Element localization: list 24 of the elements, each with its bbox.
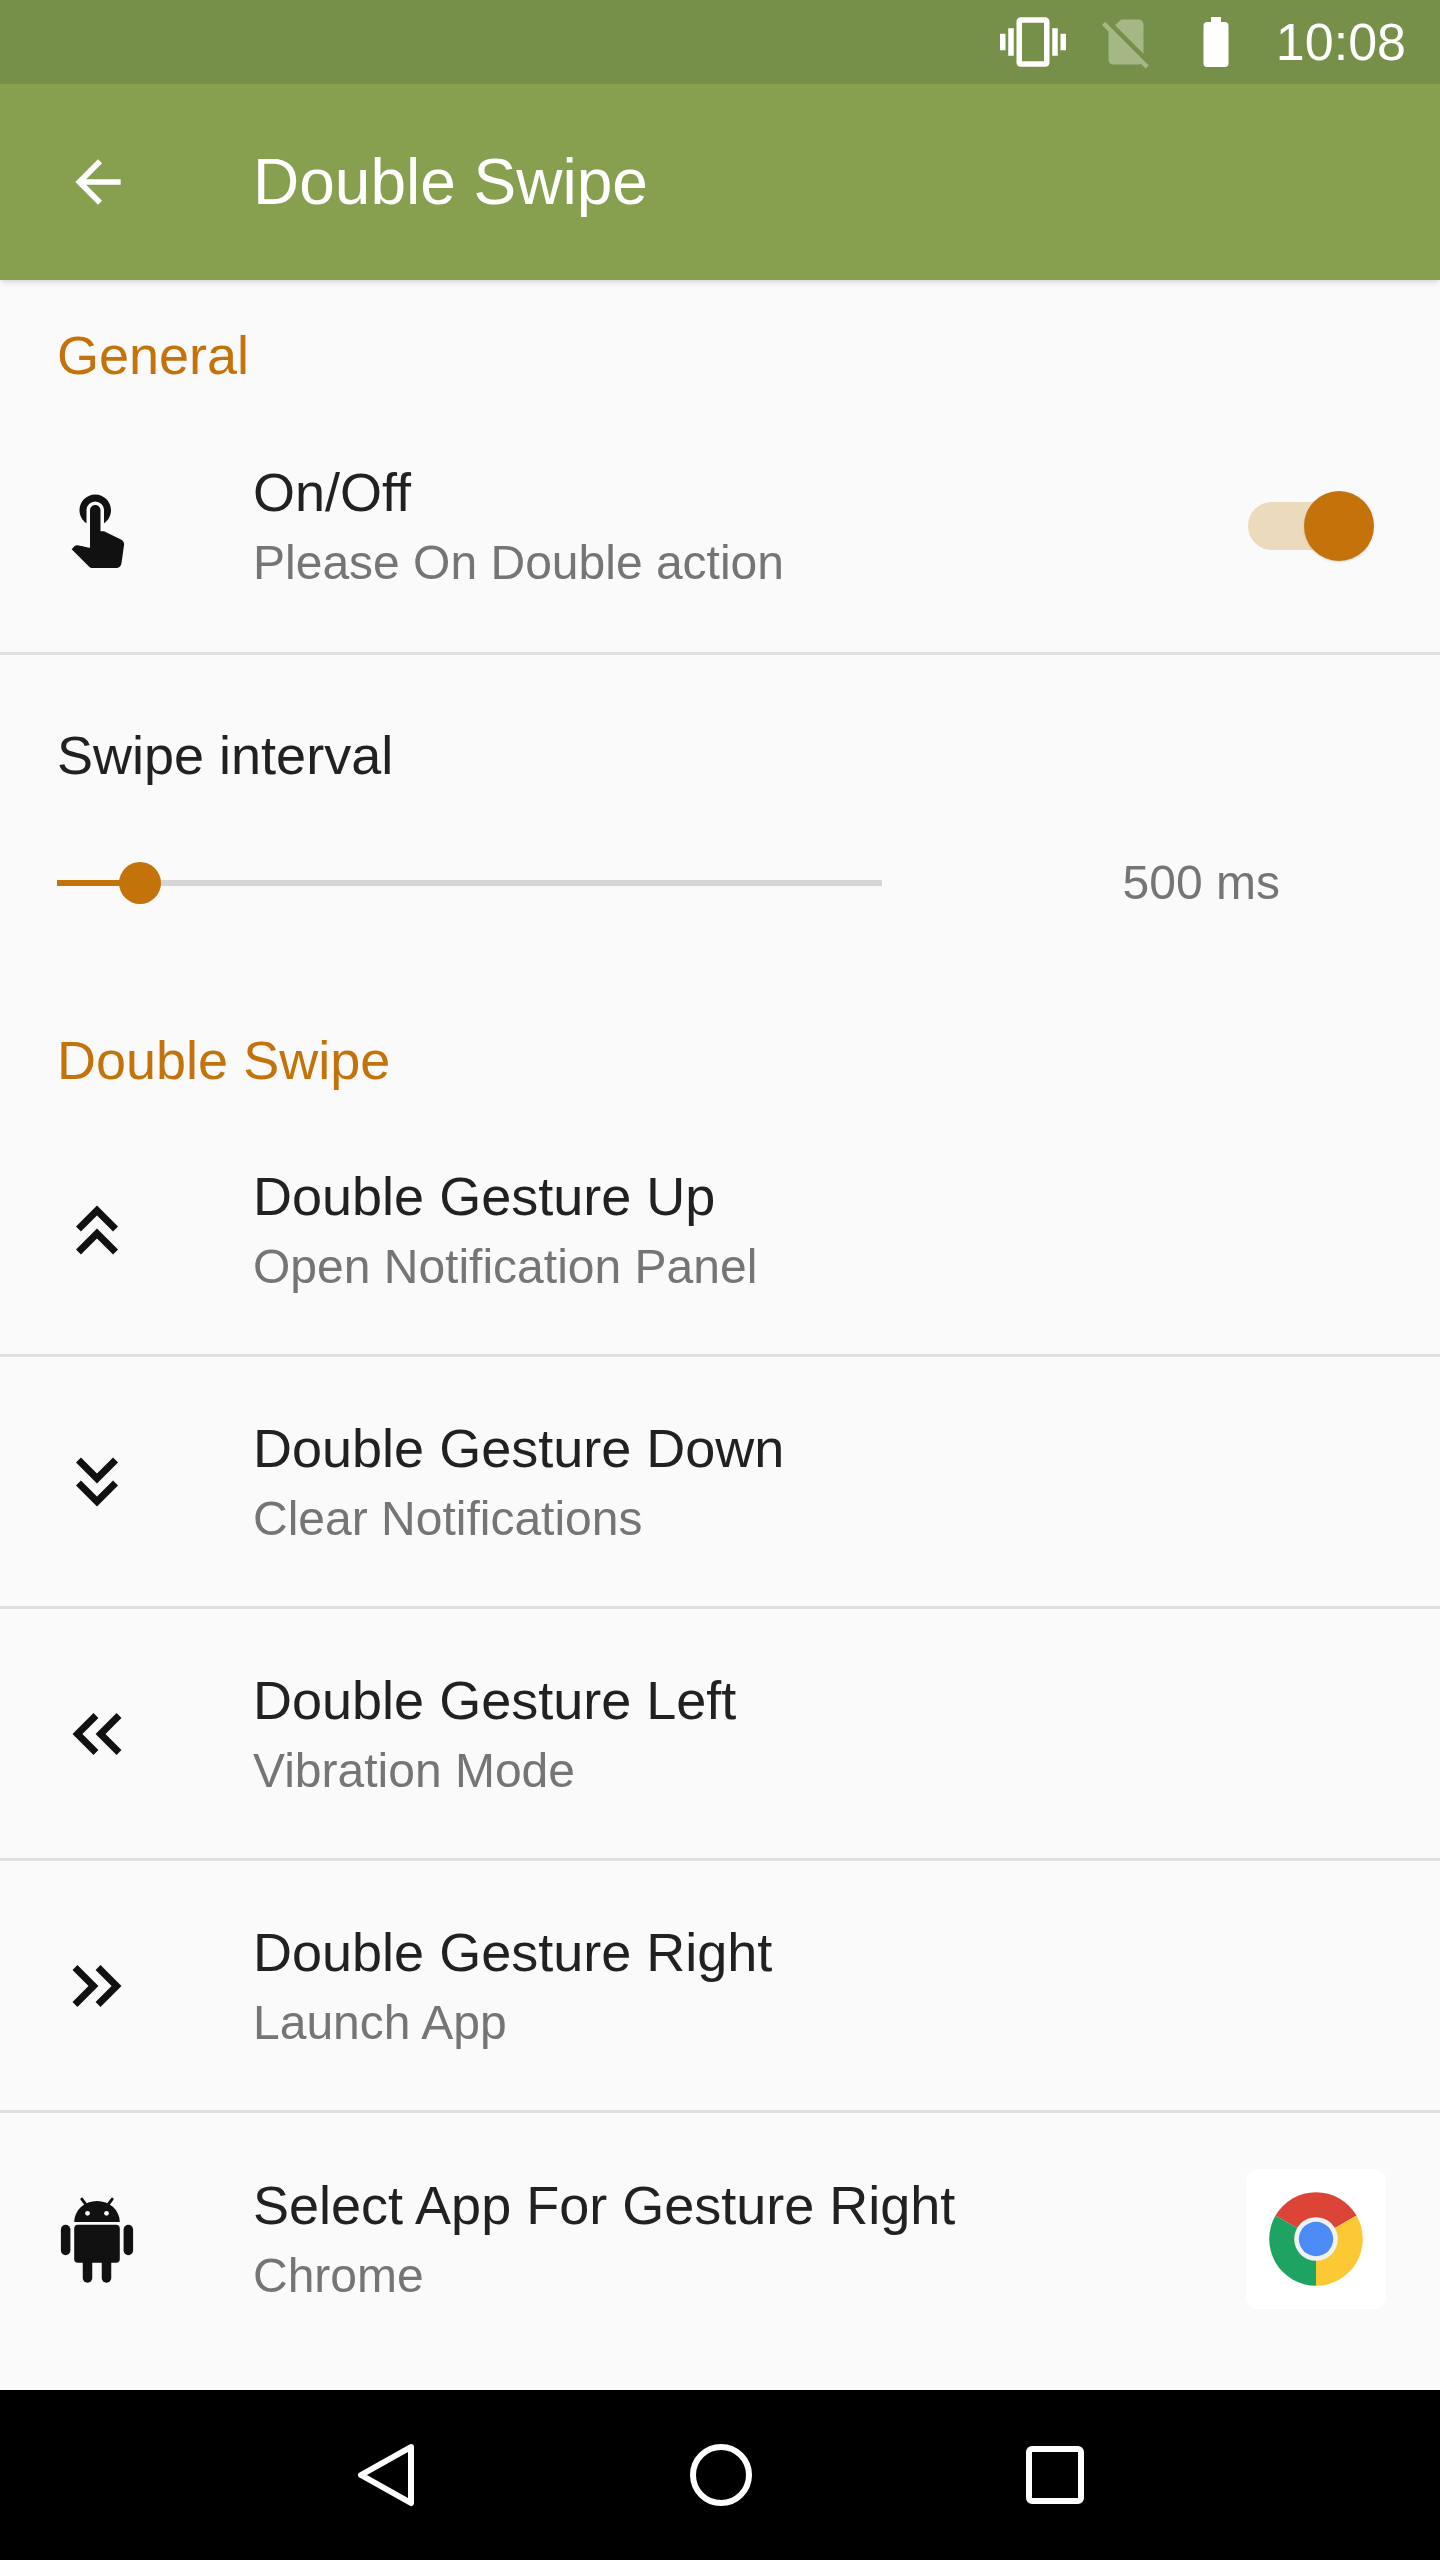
- setting-title: Double Gesture Left: [253, 1668, 738, 1732]
- setting-title: Select App For Gesture Right: [253, 2174, 957, 2237]
- setting-title: Double Gesture Down: [253, 1416, 786, 1480]
- app-icon[interactable]: [1246, 2169, 1386, 2309]
- clock: 10:08: [1275, 12, 1406, 73]
- setting-subtitle: Vibration Mode: [253, 1742, 576, 1799]
- setting-subtitle: Chrome: [253, 2248, 425, 2304]
- setting-subtitle: Launch App: [253, 1994, 508, 2051]
- setting-title: On/Off: [253, 461, 413, 524]
- section-header: Double Swipe: [57, 1028, 391, 1092]
- setting-title: Double Gesture Up: [253, 1164, 717, 1228]
- slider-thumb[interactable]: [118, 862, 161, 904]
- slider-reading: 500 ms: [1122, 855, 1280, 911]
- home-circle-icon[interactable]: [689, 2443, 753, 2507]
- setting-title: Double Gesture Right: [253, 1920, 774, 1984]
- back-triangle-icon[interactable]: [356, 2443, 417, 2507]
- setting-subtitle: Please On Double action: [253, 535, 785, 591]
- setting-subtitle: Clear Notifications: [253, 1490, 644, 1547]
- screen-title: Double Swipe: [253, 145, 648, 220]
- setting-title: Swipe interval: [57, 725, 395, 785]
- slider[interactable]: [57, 862, 882, 904]
- overview-square-icon[interactable]: [1025, 2446, 1084, 2504]
- setting-subtitle: Open Notification Panel: [253, 1238, 759, 1295]
- section-header: General: [57, 323, 250, 387]
